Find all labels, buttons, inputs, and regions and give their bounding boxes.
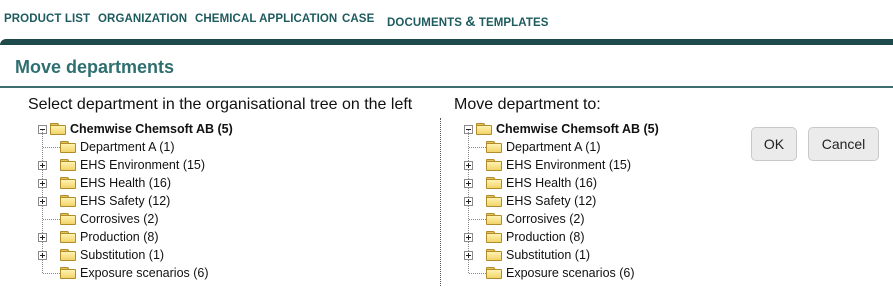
tree-node-label: Department A (1) <box>80 140 175 154</box>
tree-node-label: Exposure scenarios (6) <box>80 266 209 280</box>
tree-node[interactable]: Department A (1) <box>486 138 601 156</box>
tree-node-label: EHS Environment (15) <box>80 158 206 172</box>
folder-icon <box>486 231 502 243</box>
nav-documents-templates[interactable]: DOCUMENTS & TEMPLATES <box>387 13 549 29</box>
title-divider <box>0 86 893 88</box>
expand-plus-icon[interactable] <box>38 160 47 170</box>
expand-plus-icon[interactable] <box>38 250 47 260</box>
folder-icon <box>60 213 76 225</box>
tree-node[interactable]: Substitution (1) <box>38 246 164 264</box>
tree-node[interactable]: EHS Health (16) <box>38 174 171 192</box>
tree-node[interactable]: Exposure scenarios (6) <box>60 264 209 282</box>
expand-plus-icon[interactable] <box>464 196 473 206</box>
folder-icon <box>60 159 76 171</box>
panel-divider <box>440 118 441 286</box>
tree-node-label: Substitution (1) <box>506 248 591 262</box>
folder-icon <box>486 267 502 279</box>
tree-node-label: EHS Safety (12) <box>506 194 597 208</box>
header-band <box>0 39 893 45</box>
nav-case[interactable]: CASE <box>342 13 374 25</box>
tree-branch-line <box>469 147 486 148</box>
tree-branch-line <box>43 147 60 148</box>
tree-node[interactable]: Corrosives (2) <box>486 210 585 228</box>
tree-node[interactable]: EHS Health (16) <box>464 174 597 192</box>
top-navigation: PRODUCT LIST ORGANIZATION CHEMICAL APPLI… <box>0 0 893 40</box>
nav-product-list[interactable]: PRODUCT LIST <box>4 13 90 25</box>
expand-plus-icon[interactable] <box>464 178 473 188</box>
tree-node[interactable]: EHS Safety (12) <box>464 192 596 210</box>
folder-icon <box>486 141 502 153</box>
expand-plus-icon[interactable] <box>38 232 47 242</box>
expand-plus-icon[interactable] <box>464 232 473 242</box>
tree-node[interactable]: EHS Safety (12) <box>38 192 170 210</box>
tree-node-label: Corrosives (2) <box>80 212 159 226</box>
left-org-tree: Chemwise Chemsoft AB (5) Department A (1)… <box>38 120 438 285</box>
tree-node[interactable]: Production (8) <box>464 228 585 246</box>
tree-node-label: EHS Environment (15) <box>506 158 632 172</box>
folder-icon <box>476 123 492 135</box>
folder-icon <box>60 267 76 279</box>
tree-node-label: Substitution (1) <box>80 248 165 262</box>
tree-node-label: Corrosives (2) <box>506 212 585 226</box>
tree-node-label: Chemwise Chemsoft AB (5) <box>70 122 233 136</box>
tree-node[interactable]: EHS Environment (15) <box>464 156 631 174</box>
tree-node[interactable]: Corrosives (2) <box>60 210 159 228</box>
tree-branch-line <box>43 273 60 274</box>
tree-root-node[interactable]: Chemwise Chemsoft AB (5) <box>464 120 659 138</box>
expand-plus-icon[interactable] <box>38 196 47 206</box>
nav-documents-part: DOCUMENTS <box>387 17 466 29</box>
nav-chemical-application[interactable]: CHEMICAL APPLICATION <box>195 13 337 25</box>
folder-icon <box>486 159 502 171</box>
right-org-tree: Chemwise Chemsoft AB (5) Department A (1)… <box>464 120 864 285</box>
folder-icon <box>50 123 66 135</box>
tree-node-label: EHS Health (16) <box>506 176 598 190</box>
expand-plus-icon[interactable] <box>38 178 47 188</box>
folder-icon <box>486 195 502 207</box>
ok-button[interactable]: OK <box>751 127 797 161</box>
tree-node[interactable]: Production (8) <box>38 228 159 246</box>
tree-node-label: Department A (1) <box>506 140 601 154</box>
folder-icon <box>486 249 502 261</box>
tree-node[interactable]: Substitution (1) <box>464 246 590 264</box>
tree-branch-line <box>43 219 60 220</box>
tree-node-label: Production (8) <box>80 230 159 244</box>
folder-icon <box>486 213 502 225</box>
folder-icon <box>60 249 76 261</box>
folder-icon <box>60 141 76 153</box>
tree-node[interactable]: Department A (1) <box>60 138 175 156</box>
left-panel-heading: Select department in the organisational … <box>28 96 413 113</box>
page-title: Move departments <box>15 57 175 77</box>
folder-icon <box>60 231 76 243</box>
nav-ampersand: & <box>465 13 476 29</box>
cancel-button[interactable]: Cancel <box>808 127 879 161</box>
tree-node-label: Exposure scenarios (6) <box>506 266 635 280</box>
expand-plus-icon[interactable] <box>464 160 473 170</box>
expand-plus-icon[interactable] <box>464 250 473 260</box>
tree-node[interactable]: EHS Environment (15) <box>38 156 205 174</box>
tree-branch-line <box>469 273 486 274</box>
tree-node[interactable]: Exposure scenarios (6) <box>486 264 635 282</box>
nav-templates-part: TEMPLATES <box>475 17 549 29</box>
tree-root-node[interactable]: Chemwise Chemsoft AB (5) <box>38 120 233 138</box>
folder-icon <box>486 177 502 189</box>
tree-node-label: EHS Safety (12) <box>80 194 171 208</box>
tree-node-label: Chemwise Chemsoft AB (5) <box>496 122 659 136</box>
tree-branch-line <box>469 219 486 220</box>
folder-icon <box>60 177 76 189</box>
right-panel-heading: Move department to: <box>454 96 601 113</box>
tree-node-label: Production (8) <box>506 230 585 244</box>
nav-organization[interactable]: ORGANIZATION <box>98 13 187 25</box>
tree-node-label: EHS Health (16) <box>80 176 172 190</box>
folder-icon <box>60 195 76 207</box>
